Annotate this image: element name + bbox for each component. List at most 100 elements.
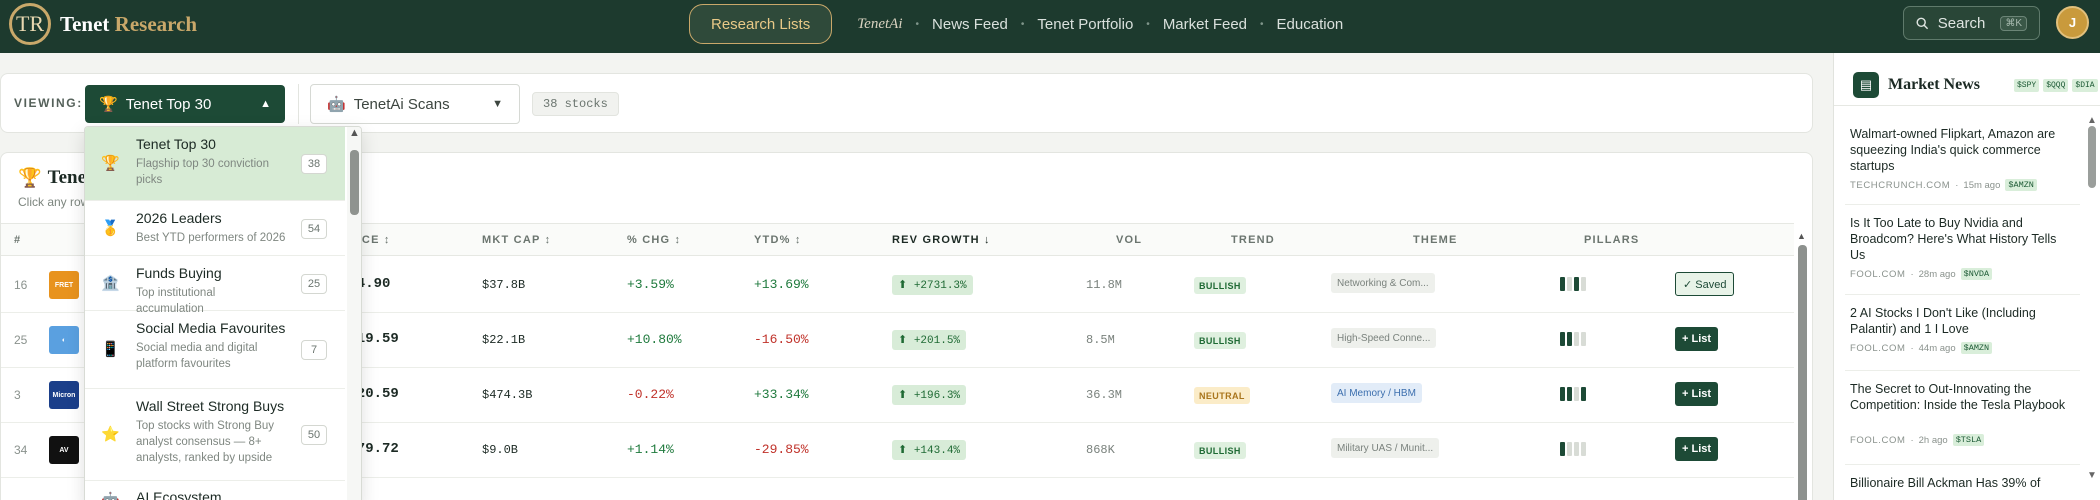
row-rank: 16 — [14, 278, 28, 292]
pillar-bar — [1567, 442, 1572, 456]
theme-tag[interactable]: Networking & Com... — [1331, 273, 1435, 293]
theme-tag[interactable]: AI Memory / HBM — [1331, 383, 1422, 403]
company-logo: FRET — [49, 271, 79, 299]
ticker-chip[interactable]: $QQQ — [2043, 79, 2069, 92]
pct-change-value: +1.14% — [627, 442, 674, 457]
index-tickers: $SPY $QQQ $DIA — [2014, 79, 2098, 92]
add-to-list-button[interactable]: + List — [1675, 437, 1719, 461]
trophy-icon: 🏆 — [99, 96, 118, 113]
stock-count-badge: 38 stocks — [532, 92, 619, 116]
col-mkt-cap[interactable]: MKT CAP ↕ — [482, 234, 551, 246]
logo-letters: TR — [15, 11, 45, 36]
scan-select[interactable]: 🤖 TenetAi Scans ▼ — [310, 84, 520, 124]
dropdown-option[interactable]: 🤖 AI Ecosystem — [85, 481, 345, 500]
list-select[interactable]: 🏆 Tenet Top 30 ▲ — [85, 85, 285, 123]
news-item[interactable]: Billionaire Bill Ackman Has 39% of — [1845, 465, 2080, 500]
news-headline[interactable]: 2 AI Stocks I Don't Like (Including Pala… — [1850, 305, 2075, 337]
meta-dot: · — [1955, 179, 1959, 191]
rev-growth-badge: ⬆ +196.3% — [892, 385, 967, 405]
option-name: AI Ecosystem — [136, 489, 222, 500]
col-pct-chg[interactable]: % CHG ↕ — [627, 234, 681, 246]
newspaper-icon: ▤ — [1853, 72, 1879, 98]
scrollbar-thumb[interactable] — [2088, 126, 2096, 188]
col-pillars[interactable]: PILLARS — [1584, 234, 1639, 246]
pct-change-value: +3.59% — [627, 277, 674, 292]
saved-button[interactable]: ✓ Saved — [1675, 272, 1735, 296]
option-description: Social media and digital platform favour… — [136, 342, 258, 370]
dropdown-scrollbar[interactable]: ▲ — [347, 127, 361, 500]
company-logo: AV — [49, 436, 79, 464]
caret-down-icon: ▼ — [492, 98, 503, 110]
news-item[interactable]: 2 AI Stocks I Don't Like (Including Pala… — [1845, 295, 2080, 371]
col-theme[interactable]: THEME — [1413, 234, 1458, 246]
news-item[interactable]: Walmart-owned Flipkart, Amazon are squee… — [1845, 116, 2080, 205]
nav-news-feed[interactable]: News Feed — [919, 16, 1021, 33]
dropdown-option[interactable]: 🏆 Tenet Top 30 Flagship top 30 conviction … — [85, 127, 345, 201]
news-headline[interactable]: Billionaire Bill Ackman Has 39% of — [1850, 475, 2075, 491]
scroll-down-icon[interactable]: ▼ — [2087, 470, 2097, 481]
nav-market-feed[interactable]: Market Feed — [1150, 16, 1260, 33]
trend-badge: BULLISH — [1194, 442, 1246, 459]
nav-tenetai[interactable]: TenetAi — [832, 16, 915, 33]
add-to-list-button[interactable]: + List — [1675, 327, 1719, 351]
news-scrollbar[interactable]: ▲ ▼ — [2086, 115, 2098, 495]
list-select-value: Tenet Top 30 — [125, 95, 212, 113]
option-name: Tenet Top 30 — [136, 136, 216, 152]
pillar-bar — [1567, 277, 1572, 291]
scrollbar-thumb[interactable] — [1798, 245, 1807, 500]
option-description: Top stocks with Strong Buy analyst conse… — [136, 420, 275, 464]
search-label: Search — [1937, 14, 1986, 32]
add-to-list-button[interactable]: + List — [1675, 382, 1719, 406]
theme-tag[interactable]: Military UAS / Munit... — [1331, 438, 1440, 458]
news-headline[interactable]: Is It Too Late to Buy Nvidia and Broadco… — [1850, 215, 2075, 263]
pillar-bar — [1574, 387, 1579, 401]
option-name: Wall Street Strong Buys — [136, 398, 285, 414]
col-ytd[interactable]: YTD% ↕ — [754, 234, 802, 246]
list-icon: 🥇 — [101, 220, 120, 237]
dropdown-option[interactable]: 📱 Social Media Favourites Social media and… — [85, 311, 345, 389]
brand-name: Tenet Research — [60, 12, 197, 37]
nav-research-lists[interactable]: Research Lists — [689, 4, 833, 44]
scroll-up-icon[interactable]: ▲ — [1797, 231, 1806, 241]
news-time: 15m ago — [1963, 179, 2001, 191]
news-source: FOOL.COM — [1850, 342, 1906, 354]
brand-logo[interactable]: TR Tenet Research — [9, 3, 197, 45]
col-rev-growth[interactable]: REV GROWTH ↓ — [892, 234, 991, 246]
ytd-value: -29.85% — [754, 442, 809, 457]
rev-growth-badge: ⬆ +2731.3% — [892, 275, 973, 295]
option-name: Social Media Favourites — [136, 320, 286, 336]
news-meta: FOOL.COM · 2h ago $TSLA — [1850, 434, 1985, 446]
scroll-up-icon[interactable]: ▲ — [2087, 115, 2097, 126]
ticker-chip[interactable]: $DIA — [2072, 79, 2098, 92]
pillar-bar — [1560, 332, 1565, 346]
news-headline[interactable]: The Secret to Out-Innovating the Competi… — [1850, 381, 2075, 413]
dropdown-option[interactable]: 🥇 2026 Leaders Best YTD performers of 2026… — [85, 201, 345, 256]
user-avatar[interactable]: J — [2056, 6, 2089, 39]
ticker-chip[interactable]: $SPY — [2014, 79, 2040, 92]
news-ticker[interactable]: $NVDA — [1960, 268, 1993, 280]
scrollbar-thumb[interactable] — [350, 150, 359, 215]
news-ticker[interactable]: $TSLA — [1952, 434, 1985, 446]
table-scrollbar[interactable]: ▲ — [1795, 231, 1809, 500]
pillars-indicator — [1560, 277, 1586, 291]
news-time: 28m ago — [1918, 268, 1956, 280]
nav-tenet-portfolio[interactable]: Tenet Portfolio — [1024, 16, 1146, 33]
news-ticker[interactable]: $AMZN — [2005, 179, 2037, 191]
news-headline[interactable]: Walmart-owned Flipkart, Amazon are squee… — [1850, 126, 2075, 174]
col-trend[interactable]: TREND — [1231, 234, 1275, 246]
scroll-up-icon[interactable]: ▲ — [349, 127, 360, 139]
news-item[interactable]: Is It Too Late to Buy Nvidia and Broadco… — [1845, 205, 2080, 295]
pillar-bar — [1560, 387, 1565, 401]
dropdown-option[interactable]: ⭐ Wall Street Strong Buys Top stocks with … — [85, 389, 345, 481]
nav-education[interactable]: Education — [1264, 16, 1357, 33]
pct-change-value: +10.80% — [627, 332, 682, 347]
dropdown-option[interactable]: 🏦 Funds Buying Top institutional accumulat… — [85, 256, 345, 315]
col-volume[interactable]: VOL — [1116, 234, 1142, 246]
search-button[interactable]: Search ⌘K — [1903, 6, 2040, 40]
news-item[interactable]: The Secret to Out-Innovating the Competi… — [1845, 371, 2080, 465]
volume-value: 868K — [1086, 443, 1115, 457]
ytd-value: +33.34% — [754, 387, 809, 402]
theme-tag[interactable]: High-Speed Conne... — [1331, 328, 1437, 348]
news-ticker[interactable]: $AMZN — [1960, 342, 1993, 354]
meta-dot: · — [1910, 342, 1914, 354]
